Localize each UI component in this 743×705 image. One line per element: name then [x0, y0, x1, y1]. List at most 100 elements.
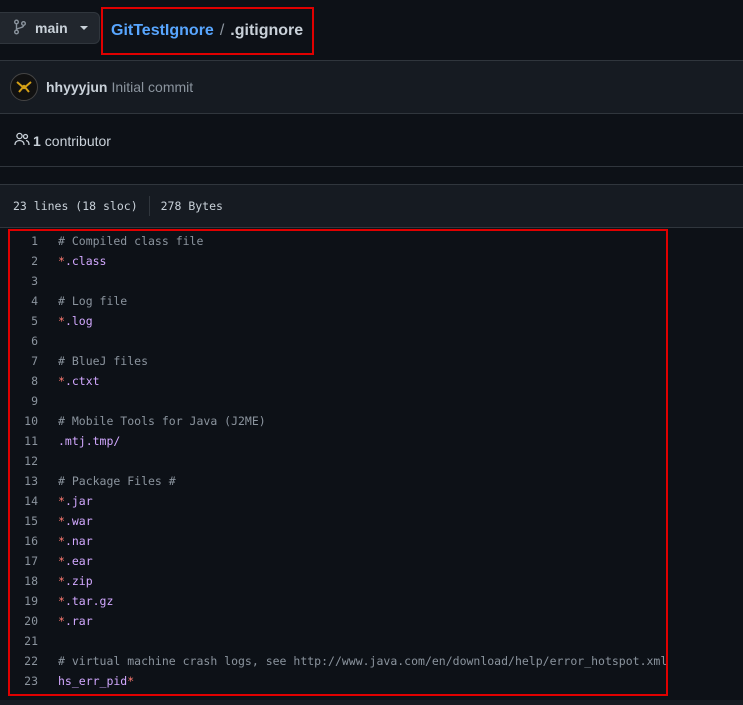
line-content: .mtj.tmp/: [58, 431, 120, 451]
glob-star: *: [58, 594, 65, 608]
code-comment: # Compiled class file: [58, 234, 204, 248]
line-number[interactable]: 2: [10, 251, 38, 271]
glob-star: *: [58, 514, 65, 528]
line-content: *.log: [58, 311, 93, 331]
glob-star: *: [58, 494, 65, 508]
ignore-pattern: .rar: [64, 614, 93, 628]
code-line: 22 # virtual machine crash logs, see http…: [10, 651, 666, 671]
line-number[interactable]: 23: [10, 671, 38, 691]
file-size: 278 Bytes: [160, 199, 223, 213]
chevron-down-icon: [79, 26, 88, 30]
commit-author[interactable]: hhyyyjun: [46, 79, 107, 95]
code-comment: # Mobile Tools for Java (J2ME): [58, 414, 266, 428]
line-content: # Package Files #: [58, 471, 176, 491]
line-number[interactable]: 9: [10, 391, 38, 411]
line-number[interactable]: 4: [10, 291, 38, 311]
code-lines: 1 # Compiled class file 2 *.class 3 4 # Log fi…: [10, 231, 666, 691]
avatar[interactable]: [10, 73, 38, 101]
breadcrumb-repo-link[interactable]: GitTestIgnore: [111, 22, 214, 40]
line-number[interactable]: 6: [10, 331, 38, 351]
line-content: # Mobile Tools for Java (J2ME): [58, 411, 266, 431]
line-number[interactable]: 7: [10, 351, 38, 371]
latest-commit-bar: hhyyyjun Initial commit: [0, 60, 743, 114]
line-number[interactable]: 1: [10, 231, 38, 251]
line-content: *.tar.gz: [58, 591, 113, 611]
code-line: 21: [10, 631, 666, 651]
line-number[interactable]: 14: [10, 491, 38, 511]
line-content: *.rar: [58, 611, 93, 631]
contributors-bar[interactable]: 1 contributor: [0, 115, 743, 167]
line-number[interactable]: 22: [10, 651, 38, 671]
line-content: *.class: [58, 251, 106, 271]
line-count: 23 lines (18 sloc): [13, 199, 138, 213]
breadcrumb: GitTestIgnore / .gitignore: [101, 7, 314, 55]
code-line: 23 hs_err_pid*: [10, 671, 666, 691]
breadcrumb-separator: /: [219, 22, 225, 39]
code-line: 16 *.nar: [10, 531, 666, 551]
code-line: 17 *.ear: [10, 551, 666, 571]
commit-message[interactable]: Initial commit: [111, 79, 193, 95]
glob-star: *: [58, 374, 65, 388]
ignore-pattern: .nar: [64, 534, 93, 548]
line-number[interactable]: 3: [10, 271, 38, 291]
code-line: 8 *.ctxt: [10, 371, 666, 391]
code-comment: # Log file: [58, 294, 128, 308]
code-comment: # BlueJ files: [58, 354, 149, 368]
code-line: 2 *.class: [10, 251, 666, 271]
ignore-pattern: .ear: [64, 554, 93, 568]
branch-selector-button[interactable]: main: [0, 12, 100, 44]
code-line: 19 *.tar.gz: [10, 591, 666, 611]
ignore-pattern: .log: [64, 314, 93, 328]
ignore-pattern: .zip: [64, 574, 93, 588]
line-number[interactable]: 13: [10, 471, 38, 491]
glob-star: *: [58, 254, 65, 268]
line-number[interactable]: 12: [10, 451, 38, 471]
code-line: 4 # Log file: [10, 291, 666, 311]
line-number[interactable]: 11: [10, 431, 38, 451]
ignore-pattern: .class: [64, 254, 107, 268]
ignore-pattern: .jar: [64, 494, 93, 508]
line-number[interactable]: 15: [10, 511, 38, 531]
git-branch-icon: [13, 19, 27, 38]
ignore-pattern: .war: [64, 514, 93, 528]
line-content: *.nar: [58, 531, 93, 551]
code-comment: # virtual machine crash logs, see http:/…: [58, 654, 668, 668]
line-number[interactable]: 16: [10, 531, 38, 551]
line-number[interactable]: 21: [10, 631, 38, 651]
contributor-label: contributor: [44, 132, 111, 149]
file-info-bar: 23 lines (18 sloc) 278 Bytes: [0, 184, 743, 228]
code-line: 15 *.war: [10, 511, 666, 531]
line-content: *.ctxt: [58, 371, 100, 391]
divider: [148, 196, 150, 216]
line-number[interactable]: 19: [10, 591, 38, 611]
glob-star: *: [58, 314, 65, 328]
line-number[interactable]: 18: [10, 571, 38, 591]
line-number[interactable]: 8: [10, 371, 38, 391]
ignore-pattern: .mtj.tmp/: [58, 434, 121, 448]
line-content: *.zip: [58, 571, 93, 591]
line-content: *.ear: [58, 551, 93, 571]
line-content: # Compiled class file: [58, 231, 203, 251]
code-line: 3: [10, 271, 666, 291]
code-line: 6: [10, 331, 666, 351]
line-number[interactable]: 5: [10, 311, 38, 331]
line-number[interactable]: 17: [10, 551, 38, 571]
people-icon: [14, 132, 30, 149]
ignore-pattern: hs_err_pid: [58, 674, 128, 688]
line-content: # virtual machine crash logs, see http:/…: [58, 651, 668, 671]
glob-star: *: [58, 614, 65, 628]
line-content: # Log file: [58, 291, 127, 311]
line-number[interactable]: 10: [10, 411, 38, 431]
code-line: 9: [10, 391, 666, 411]
code-line: 7 # BlueJ files: [10, 351, 666, 371]
glob-star: *: [58, 574, 65, 588]
code-line: 5 *.log: [10, 311, 666, 331]
contributor-count: 1: [33, 132, 41, 149]
footer-edge: [0, 700, 743, 705]
code-line: 11 .mtj.tmp/: [10, 431, 666, 451]
line-number[interactable]: 20: [10, 611, 38, 631]
code-line: 13 # Package Files #: [10, 471, 666, 491]
code-line: 10 # Mobile Tools for Java (J2ME): [10, 411, 666, 431]
code-comment: # Package Files #: [58, 474, 176, 488]
glob-star: *: [58, 554, 65, 568]
